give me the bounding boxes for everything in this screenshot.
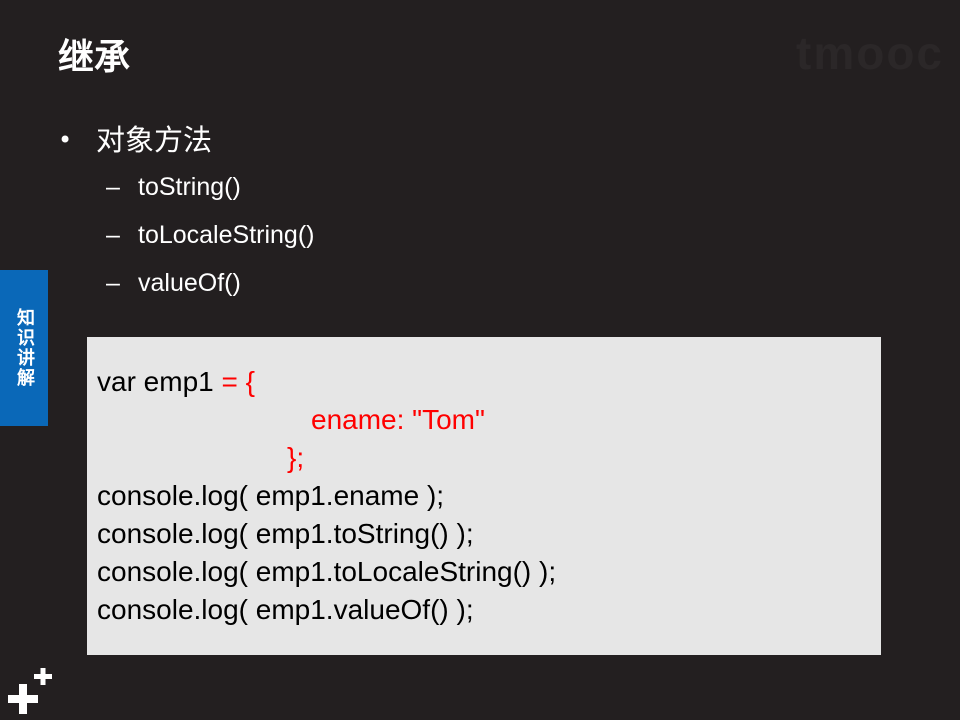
code-line-7: console.log( emp1.valueOf() ); [97,594,474,625]
sub-item-text: valueOf() [138,269,241,297]
sub-item-tostring: – toString() [58,172,314,202]
code-text: var emp1 [97,366,222,397]
code-line-3: }; [97,439,881,477]
slide: tmooc 继承 • 对象方法 – toString() – toLocaleS… [0,0,960,720]
bullet-text: 对象方法 [96,123,213,157]
code-line-2: ename: "Tom" [97,401,881,439]
code-line-5: console.log( emp1.toString() ); [97,518,474,549]
code-text-highlight: }; [287,442,305,473]
sub-item-valueof: – valueOf() [58,268,314,298]
watermark-logo: tmooc [796,27,944,79]
bullet-list: • 对象方法 – toString() – toLocaleString() –… [58,122,314,316]
side-tab: 知识讲解 [0,270,48,426]
double-plus-icon [8,668,52,714]
code-block: var emp1 = { ename: "Tom" }; console.log… [87,337,881,655]
dash-icon: – [106,269,120,297]
code-text-highlight: ename: "Tom" [311,404,485,435]
slide-title: 继承 [58,37,131,78]
code-line-1: var emp1 = { [97,363,881,401]
code-line-4: console.log( emp1.ename ); [97,480,445,511]
side-tab-label: 知识讲解 [14,308,35,388]
code-line-6: console.log( emp1.toLocaleString() ); [97,556,557,587]
sub-item-tolocalestring: – toLocaleString() [58,220,314,250]
sub-list: – toString() – toLocaleString() – valueO… [58,172,314,298]
sub-item-text: toLocaleString() [138,221,315,249]
bullet-item: • 对象方法 [58,122,314,158]
bullet-dot-icon: • [58,126,73,154]
dash-icon: – [106,221,120,249]
sub-item-text: toString() [138,173,241,201]
code-text-highlight: = { [221,366,255,397]
dash-icon: – [106,173,120,201]
